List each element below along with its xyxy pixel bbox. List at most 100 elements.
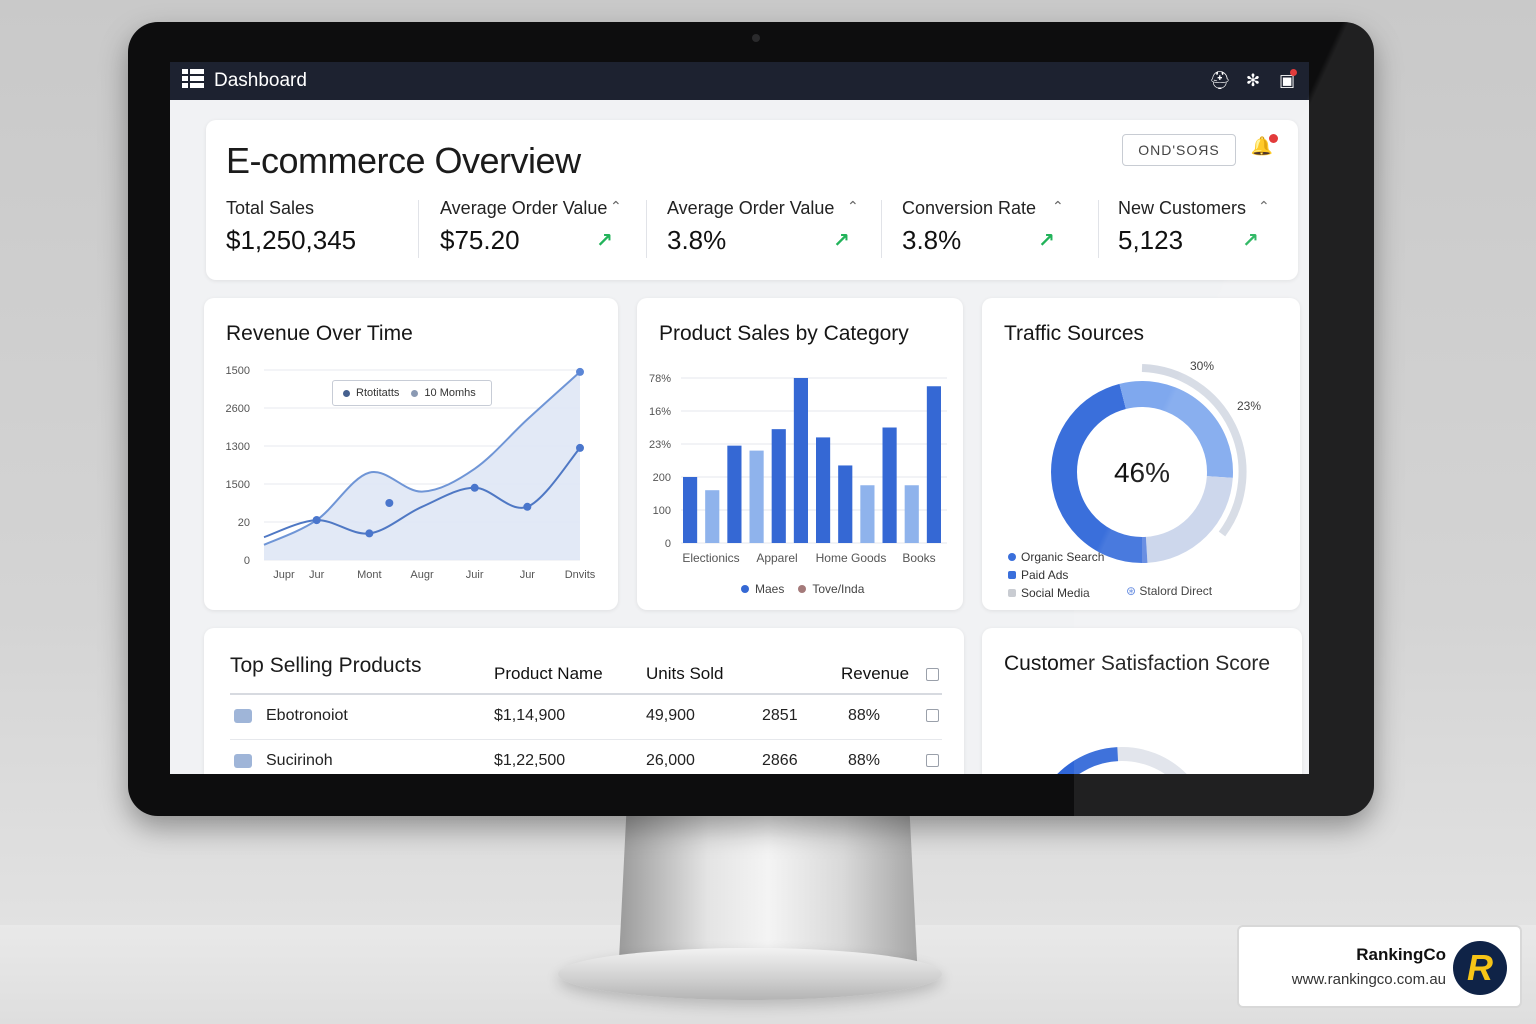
bar (882, 427, 897, 543)
y-tick-label: 1500 (226, 479, 250, 491)
chevron-up-icon[interactable]: ⌃ (1052, 198, 1064, 215)
column-header-revenue[interactable]: Revenue (841, 664, 909, 684)
donut-center-label: 46% (1114, 457, 1170, 488)
y-tick-label: 16% (649, 406, 671, 418)
y-tick-label: 78% (649, 373, 671, 385)
x-tick-label: Jupr (273, 569, 295, 581)
x-tick-label: Apparel (756, 551, 797, 565)
legend-dot (798, 585, 807, 593)
page-title: E-commerce Overview (226, 140, 581, 181)
legend-label: Social Media (1021, 586, 1090, 600)
csat-gauge: 88% (1031, 746, 1213, 774)
y-tick-label: 23% (649, 439, 671, 451)
kpi-label: Conversion Rate (902, 198, 1037, 218)
slice-label: 30% (1190, 359, 1214, 373)
revenue-line-chart: 0 20 1500 1300 2600 1500 Jupr Jur Mont Augr Juir Ju… (226, 365, 596, 581)
legend-dot (343, 389, 350, 397)
app-title: Dashboard (214, 70, 307, 91)
bar (860, 485, 875, 543)
cell-value: 88% (848, 707, 881, 724)
bar (705, 490, 720, 543)
legend-item: Organic Search (1008, 548, 1104, 566)
brand-url[interactable]: www.rankingco.com.au (1292, 971, 1446, 988)
cell-value: 49,900 (646, 707, 695, 724)
trend-up-icon: ↗ (1242, 230, 1259, 252)
legend-item: Social Media (1008, 584, 1104, 602)
cell-value: 88% (848, 752, 881, 769)
brand-logo: R (1453, 941, 1507, 995)
divider (646, 200, 647, 258)
legend-dot (1008, 553, 1016, 561)
x-tick-label: Books (902, 551, 935, 565)
bar (727, 445, 742, 543)
top-bar: Dashboard ⛑ ✻ ▣ (170, 62, 1309, 100)
chevron-up-icon[interactable]: ⌃ (1258, 198, 1270, 215)
x-tick-label: Mont (357, 569, 381, 581)
legend-label: 10 Momhs (424, 387, 476, 399)
legend-dot (411, 389, 419, 397)
data-point (576, 367, 584, 376)
cell-value: 2866 (762, 752, 798, 769)
kpi-label: Average Order Value (440, 198, 608, 218)
y-tick-label: 100 (653, 505, 671, 517)
legend-label: Organic Search (1021, 550, 1105, 564)
legend-item: Paid Ads (1008, 566, 1104, 584)
legend-label: Maes (755, 582, 785, 596)
trend-up-icon: ↗ (833, 230, 850, 252)
kpi-conversion-rate: Conversion Rate 3.8% ⌃ ↗ (902, 198, 1068, 262)
data-point (576, 443, 584, 452)
table-row[interactable]: Ebotronoiot $1,14,900 49,900 2851 88% (230, 695, 942, 739)
top-products-card: Top Selling Products Product Name Units … (204, 628, 964, 774)
data-point (312, 516, 321, 525)
bar (749, 450, 764, 543)
bar (683, 477, 698, 543)
select-all-checkbox[interactable] (926, 668, 939, 681)
kpi-label: New Customers (1118, 198, 1247, 218)
brand-watermark: RankingCo www.rankingco.com.au R (1237, 925, 1522, 1008)
legend-label: Rtotitatts (356, 387, 400, 399)
y-tick-label: 2600 (226, 403, 250, 415)
legend-label: Paid Ads (1021, 568, 1069, 582)
chevron-up-icon[interactable]: ⌃ (847, 198, 859, 215)
chevron-up-icon[interactable]: ⌃ (610, 198, 622, 215)
csat-card: Customer Satisfaction Score 88% (982, 628, 1302, 774)
bar (816, 437, 831, 543)
trend-up-icon: ↗ (596, 230, 613, 252)
row-checkbox[interactable] (926, 754, 939, 767)
kpi-total-sales: Total Sales $1,250,345 (226, 198, 356, 262)
product-name: Ebotronoiot (266, 707, 348, 724)
cell-value: 2851 (762, 707, 798, 724)
y-tick-label: 1300 (226, 441, 250, 453)
cell-value: 26,000 (646, 752, 695, 769)
kpi-value: $1,250,345 (226, 225, 357, 255)
legend-label: Tove/Inda (812, 582, 865, 596)
menu-grid-icon[interactable] (182, 68, 204, 94)
column-header-product-name[interactable]: Product Name (494, 664, 603, 684)
category-bar-chart: 0 100 200 23% 16% 78% Electionics Apparel Home G… (649, 373, 947, 565)
legend-dot (1008, 571, 1016, 579)
legend-dot (1008, 589, 1016, 597)
column-header-units-sold[interactable]: Units Sold (646, 664, 723, 684)
kpi-average-order-value-2: Average Order Value 3.8% ⌃ ↗ (667, 198, 863, 262)
x-tick-label: Dnvits (565, 569, 596, 581)
kpi-label: Total Sales (226, 198, 315, 218)
bar (904, 485, 919, 543)
bar (926, 386, 941, 543)
legend-item: ⊛ Stalord Direct (1126, 584, 1212, 598)
alert-icon[interactable]: ▣ (1277, 69, 1297, 91)
divider (1098, 200, 1099, 258)
y-tick-label: 0 (665, 538, 671, 550)
data-point (385, 499, 394, 507)
chart-legend: Maes Tove/Inda (741, 582, 864, 596)
kpi-label: Average Order Value (667, 198, 835, 218)
table-row[interactable]: Sucirinoh $1,22,500 26,000 2866 88% (230, 739, 942, 774)
category-chart-card: Product Sales by Category 0 100 200 23% 16% 7… (637, 298, 963, 610)
chart-legend: Organic Search Paid Ads Social Media (1008, 548, 1104, 602)
monitor-stand-base (558, 948, 942, 1000)
product-icon (234, 709, 252, 723)
row-checkbox[interactable] (926, 709, 939, 722)
settings-icon[interactable]: ✻ (1243, 71, 1263, 91)
orders-button[interactable]: OND'SOЯS (1122, 134, 1236, 166)
support-icon[interactable]: ⛑ (1209, 71, 1231, 91)
notification-bell-icon[interactable]: 🔔 (1250, 134, 1278, 162)
